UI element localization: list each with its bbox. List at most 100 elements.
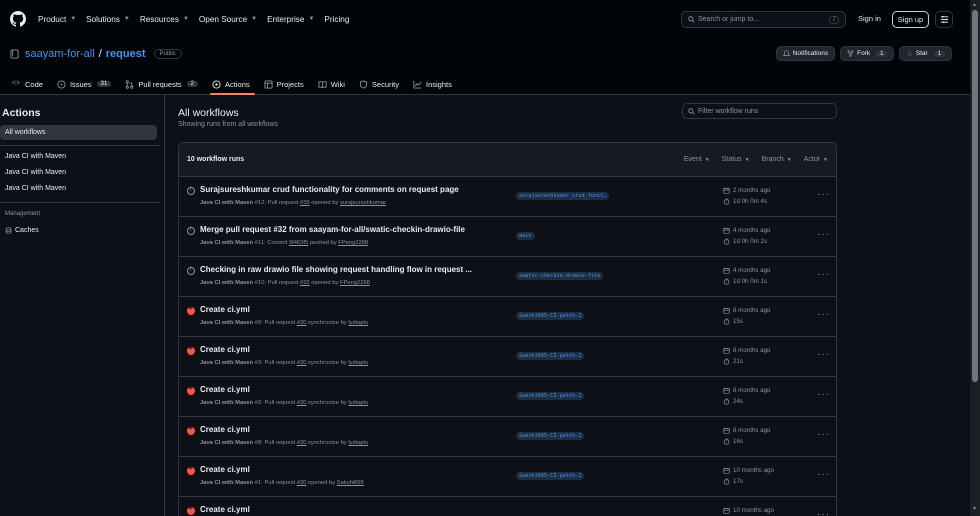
workflow-run-row[interactable]: Surajsureshkumar crud functionality for … — [179, 177, 836, 217]
workflow-run-row[interactable]: Checking in raw drawio file showing requ… — [179, 257, 836, 297]
run-actor-link[interactable]: FPeng2288 — [340, 280, 370, 286]
workflow-run-row[interactable]: Create ci.yml 10 months ago ··· — [179, 497, 836, 516]
tab-projects[interactable]: Projects — [264, 74, 311, 94]
kebab-menu-icon[interactable]: ··· — [817, 269, 830, 280]
run-ref-link[interactable]: #20 — [297, 480, 307, 486]
kebab-menu-icon[interactable]: ··· — [817, 389, 830, 400]
fork-button[interactable]: Fork 1 — [840, 46, 895, 61]
run-ref-link[interactable]: 9f463f5 — [289, 240, 308, 246]
run-ref-link[interactable]: #20 — [297, 360, 307, 366]
nav-solutions[interactable]: Solutions ▼ — [86, 15, 130, 24]
run-title-link[interactable]: Merge pull request #32 from saayam-for-a… — [200, 225, 465, 234]
branch-label[interactable]: Sakshi895-CI-patch-2 — [516, 392, 585, 400]
tab-actions[interactable]: Actions — [210, 74, 257, 95]
filter-status-dropdown[interactable]: Status ▼ — [722, 156, 750, 163]
chevron-down-icon: ▼ — [123, 16, 130, 22]
run-title-link[interactable]: Create ci.yml — [200, 425, 250, 434]
workflow-run-row[interactable]: Merge pull request #32 from saayam-for-a… — [179, 217, 836, 257]
sidebar-item-all-workflows[interactable]: All workflows — [0, 125, 157, 140]
filter-placeholder: Filter workflow runs — [698, 107, 759, 115]
run-actor-link[interactable]: lydiaplu — [348, 400, 368, 406]
kebab-menu-icon[interactable]: ··· — [817, 429, 830, 440]
run-title-link[interactable]: Create ci.yml — [200, 305, 250, 314]
scroll-thumb[interactable] — [972, 10, 978, 382]
filter-branch-dropdown[interactable]: Branch ▼ — [762, 156, 792, 163]
branch-label[interactable]: Sakshi895-CI-patch-2 — [516, 432, 585, 440]
menu-button[interactable] — [935, 11, 953, 28]
neutral-status-icon — [187, 227, 195, 235]
tab-security-label: Security — [371, 79, 399, 89]
tab-security[interactable]: Security — [359, 74, 406, 94]
tab-pull-requests[interactable]: Pull requests 2 — [125, 74, 205, 94]
run-actor-link[interactable]: lydiaplu — [348, 320, 368, 326]
run-duration-text: 15s — [733, 318, 743, 325]
search-input[interactable]: Search or jump to... / — [681, 11, 846, 28]
run-title-link[interactable]: Surajsureshkumar crud functionality for … — [200, 185, 459, 194]
tab-wiki[interactable]: Wiki — [318, 74, 352, 94]
fork-label: Fork — [857, 50, 871, 57]
sidebar-item-workflow[interactable]: Java CI with Maven — [5, 185, 66, 192]
run-title-link[interactable]: Create ci.yml — [200, 345, 250, 354]
run-workflow-name: Java CI with Maven — [200, 200, 254, 206]
sign-up-button[interactable]: Sign up — [892, 11, 929, 28]
kebab-menu-icon[interactable]: ··· — [817, 309, 830, 320]
run-actor-link[interactable]: lydiaplu — [348, 440, 368, 446]
run-ref-link[interactable]: #39 — [300, 200, 310, 206]
workflow-runs-list: 10 workflow runs Event ▼ Status ▼ Branch ▼ … — [178, 142, 837, 516]
filter-actor-dropdown[interactable]: Actor ▼ — [804, 156, 828, 163]
search-shortcut-key: / — [829, 15, 839, 24]
nav-enterprise[interactable]: Enterprise ▼ — [267, 15, 314, 24]
sidebar-item-caches[interactable]: Caches — [5, 227, 39, 234]
kebab-menu-icon[interactable]: ··· — [817, 229, 830, 240]
run-title-link[interactable]: Create ci.yml — [200, 465, 250, 474]
branch-label[interactable]: Sakshi895-CI-patch-2 — [516, 312, 585, 320]
kebab-menu-icon[interactable]: ··· — [817, 189, 830, 200]
run-ref-link[interactable]: #32 — [300, 280, 310, 286]
run-actor-link[interactable]: surajsureshkumar — [340, 200, 386, 206]
github-logo-icon[interactable] — [10, 11, 26, 27]
workflow-run-row[interactable]: Create ci.yml Java CI with Maven #2: Pull… — [179, 377, 836, 417]
sidebar-item-workflow[interactable]: Java CI with Maven — [5, 169, 66, 176]
run-title-link[interactable]: Create ci.yml — [200, 505, 250, 514]
filter-workflow-runs-input[interactable]: Filter workflow runs — [682, 103, 837, 119]
nav-pricing[interactable]: Pricing — [324, 15, 349, 24]
workflow-run-row[interactable]: Create ci.yml Java CI with Maven #8: Pull… — [179, 417, 836, 457]
sidebar-item-workflow[interactable]: Java CI with Maven — [5, 153, 66, 160]
kebab-menu-icon[interactable]: ··· — [817, 509, 830, 516]
scroll-down-arrow-icon[interactable]: ▼ — [972, 506, 977, 512]
run-ref-link[interactable]: #20 — [297, 440, 307, 446]
notifications-button[interactable]: Notifications — [775, 46, 836, 61]
run-ref-link[interactable]: #20 — [297, 320, 307, 326]
kebab-menu-icon[interactable]: ··· — [817, 349, 830, 360]
run-action: synchronize by — [308, 400, 347, 406]
tab-insights[interactable]: Insights — [413, 74, 459, 94]
branch-label[interactable]: Sakshi895-CI-patch-2 — [516, 352, 585, 360]
workflow-run-row[interactable]: Create ci.yml Java CI with Maven #1: Pull… — [179, 457, 836, 497]
kebab-menu-icon[interactable]: ··· — [817, 469, 830, 480]
sign-in-link[interactable]: Sign in — [858, 14, 881, 23]
star-button[interactable]: ☆ Star 1 — [899, 46, 952, 61]
run-ref-link[interactable]: #20 — [297, 400, 307, 406]
run-actor-link[interactable]: Sakshi895 — [337, 480, 364, 486]
page-scrollbar[interactable]: ▲ ▼ — [970, 0, 980, 516]
repo-name-link[interactable]: request — [106, 48, 146, 60]
nav-resources[interactable]: Resources ▼ — [140, 15, 189, 24]
run-actor-link[interactable]: lydiaplu — [348, 360, 368, 366]
workflow-run-row[interactable]: Create ci.yml Java CI with Maven #9: Pull… — [179, 297, 836, 337]
branch-label[interactable]: Sakshi895-CI-patch-2 — [516, 472, 585, 480]
repo-owner-link[interactable]: saayam-for-all — [25, 48, 95, 60]
tab-code[interactable]: <> Code — [12, 74, 50, 94]
branch-label[interactable]: swatic-checkin-drawio-file — [516, 272, 604, 280]
run-title-link[interactable]: Create ci.yml — [200, 385, 250, 394]
run-title-link[interactable]: Checking in raw drawio file showing requ… — [200, 265, 472, 274]
nav-open-source[interactable]: Open Source ▼ — [199, 15, 257, 24]
branch-label[interactable]: surajsureshkumar_crud_funct… — [516, 192, 610, 200]
stopwatch-icon — [723, 238, 730, 245]
nav-product[interactable]: Product ▼ — [38, 15, 76, 24]
run-actor-link[interactable]: FPeng2288 — [338, 240, 368, 246]
scroll-up-arrow-icon[interactable]: ▲ — [972, 2, 977, 8]
branch-label[interactable]: main — [516, 232, 535, 240]
workflow-run-row[interactable]: Create ci.yml Java CI with Maven #3: Pull… — [179, 337, 836, 377]
filter-event-dropdown[interactable]: Event ▼ — [684, 156, 710, 163]
tab-issues[interactable]: Issues 31 — [57, 74, 118, 94]
